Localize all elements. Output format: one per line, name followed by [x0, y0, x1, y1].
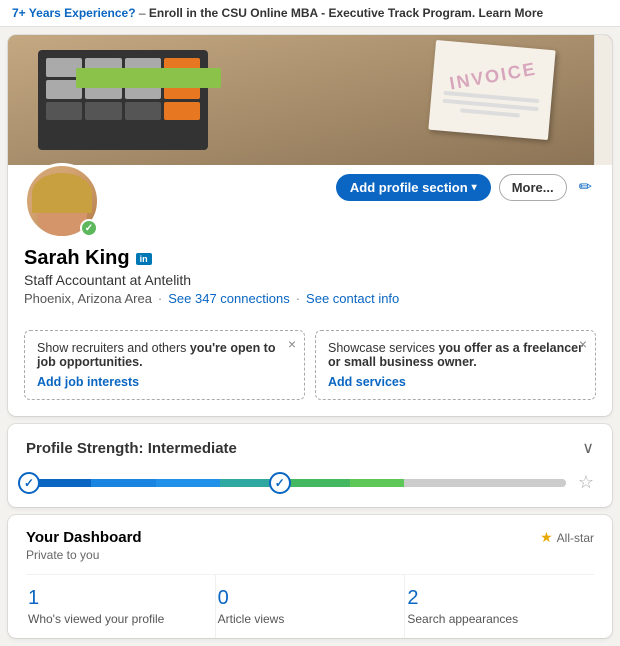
- linkedin-badge: in: [136, 253, 152, 265]
- close-notification-jobs-button[interactable]: ×: [288, 337, 296, 351]
- notif-services-text: Showcase services: [328, 341, 438, 355]
- checkmark-icon: ✓: [24, 476, 34, 490]
- calc-key: [164, 102, 200, 121]
- cover-photo: INVOICE: [8, 35, 612, 165]
- add-job-interests-link[interactable]: Add job interests: [37, 375, 292, 389]
- allstar-star-icon: ★: [540, 529, 553, 546]
- stat-number-articles: 0: [218, 587, 405, 610]
- calc-key: [125, 102, 161, 121]
- calc-screen: [76, 68, 221, 88]
- dashboard-card: Your Dashboard Private to you ★ All-star…: [8, 515, 612, 638]
- seg-blue3: [156, 479, 221, 487]
- progress-check-start: ✓: [18, 472, 40, 494]
- checkmark-icon: ✓: [85, 223, 93, 234]
- connections-link[interactable]: See 347 connections: [168, 291, 289, 306]
- profile-strength-card: Profile Strength: Intermediate ∨ ✓ ✓ ☆: [8, 424, 612, 507]
- calc-key: [85, 102, 121, 121]
- separator-dot: ·: [158, 291, 162, 306]
- top-banner: 7+ Years Experience? – Enroll in the CSU…: [0, 0, 620, 27]
- location-text: Phoenix, Arizona Area: [24, 291, 152, 306]
- separator-dot: ·: [296, 291, 300, 306]
- calculator-visual: [38, 50, 208, 150]
- invoice-visual: INVOICE: [428, 40, 555, 140]
- notification-card-jobs: × Show recruiters and others you're open…: [24, 330, 305, 400]
- dashboard-stats: 1 Who's viewed your profile 0 Article vi…: [26, 574, 594, 638]
- dashboard-title: Your Dashboard: [26, 529, 142, 546]
- stat-label-search: Search appearances: [407, 612, 594, 626]
- banner-bold[interactable]: Enroll in the CSU Online MBA - Executive…: [149, 6, 543, 20]
- strength-header: Profile Strength: Intermediate ∨: [26, 438, 594, 458]
- profile-location-row: Phoenix, Arizona Area · See 347 connecti…: [24, 291, 596, 306]
- collapse-chevron-icon[interactable]: ∨: [582, 438, 594, 458]
- avatar-open-badge: ✓: [80, 219, 98, 237]
- notification-row: × Show recruiters and others you're open…: [24, 330, 596, 400]
- stat-article-views[interactable]: 0 Article views: [216, 575, 406, 638]
- edit-icon: ✏: [579, 179, 592, 196]
- calc-key: [46, 102, 82, 121]
- allstar-star-icon: ☆: [578, 472, 594, 493]
- progress-segment: [26, 479, 566, 487]
- avatar-hair: [32, 173, 92, 213]
- cover-photo-inner: INVOICE: [8, 35, 612, 165]
- add-profile-section-button[interactable]: Add profile section ▾: [336, 174, 491, 201]
- allstar-badge: ★ All-star: [540, 529, 594, 546]
- stat-label-articles: Article views: [218, 612, 405, 626]
- more-label: More...: [512, 180, 554, 195]
- right-strip: [594, 35, 612, 165]
- more-button[interactable]: More...: [499, 174, 567, 201]
- dashboard-subtitle: Private to you: [26, 548, 142, 562]
- notif-jobs-text: Show recruiters and others: [37, 341, 190, 355]
- progress-bar: ✓ ✓: [26, 479, 566, 487]
- seg-green1: [285, 479, 350, 487]
- add-services-link[interactable]: Add services: [328, 375, 583, 389]
- banner-dash: –: [136, 6, 149, 20]
- progress-check-mid: ✓: [269, 472, 291, 494]
- profile-info: Sarah King in Staff Accountant at Anteli…: [8, 241, 612, 318]
- progress-wrap: ✓ ✓ ☆: [26, 472, 594, 493]
- dashboard-header: Your Dashboard Private to you ★ All-star: [26, 529, 594, 562]
- close-notification-services-button[interactable]: ×: [579, 337, 587, 351]
- profile-name-row: Sarah King in: [24, 247, 596, 270]
- dashboard-title-block: Your Dashboard Private to you: [26, 529, 142, 562]
- invoice-label: INVOICE: [448, 58, 538, 94]
- strength-title: Profile Strength: Intermediate: [26, 440, 237, 457]
- profile-title: Staff Accountant at Antelith: [24, 272, 596, 288]
- stat-label-views: Who's viewed your profile: [28, 612, 215, 626]
- notification-card-services: × Showcase services you offer as a freel…: [315, 330, 596, 400]
- strength-label: Profile Strength:: [26, 440, 144, 457]
- edit-button[interactable]: ✏: [575, 173, 596, 201]
- avatar-wrap: ✓: [24, 163, 100, 239]
- checkmark-icon: ✓: [275, 476, 285, 490]
- contact-info-link[interactable]: See contact info: [306, 291, 399, 306]
- stat-number-search: 2: [407, 587, 594, 610]
- seg-gray: [404, 479, 566, 487]
- dropdown-arrow-icon: ▾: [472, 182, 477, 193]
- invoice-line: [460, 108, 520, 117]
- stat-search-appearances[interactable]: 2 Search appearances: [405, 575, 594, 638]
- banner-highlight[interactable]: 7+ Years Experience?: [12, 6, 136, 20]
- add-section-label: Add profile section: [350, 180, 468, 195]
- allstar-label: All-star: [557, 531, 594, 545]
- stat-profile-views[interactable]: 1 Who's viewed your profile: [26, 575, 216, 638]
- seg-green2: [350, 479, 404, 487]
- profile-name: Sarah King: [24, 247, 130, 270]
- stat-number-views: 1: [28, 587, 215, 610]
- strength-level: Intermediate: [148, 440, 237, 457]
- profile-card: INVOICE Add profile section ▾ More... ✏: [8, 35, 612, 416]
- seg-blue2: [91, 479, 156, 487]
